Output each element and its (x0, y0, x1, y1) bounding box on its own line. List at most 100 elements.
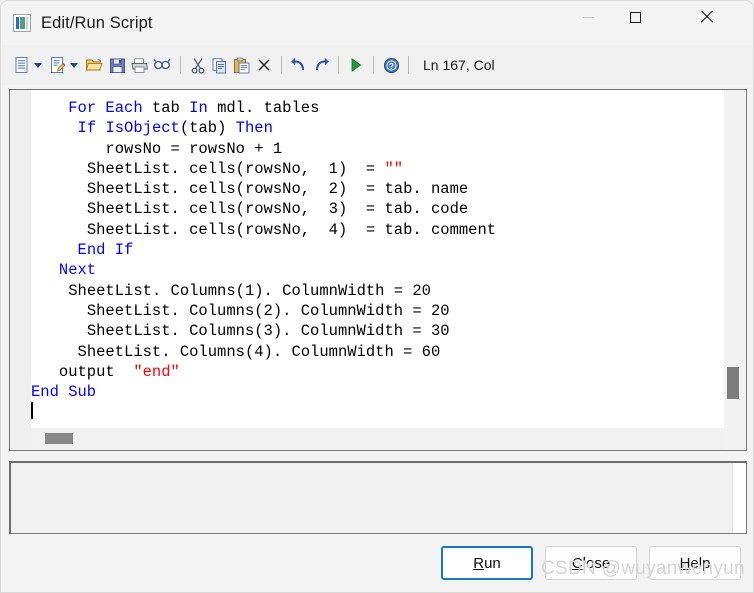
output-vertical-scrollbar[interactable] (732, 463, 746, 533)
code-keyword: End If (77, 241, 134, 260)
toolbar-separator-3 (338, 56, 339, 74)
close-icon (699, 10, 713, 24)
new-script-dropdown-arrow[interactable] (34, 62, 42, 68)
edit-script-dropdown-arrow[interactable] (70, 62, 78, 68)
toolbar-separator-4 (373, 56, 374, 74)
run-icon (351, 58, 362, 72)
find-icon (153, 58, 171, 70)
code-text: tab (142, 99, 190, 117)
save-icon (109, 58, 125, 73)
code-text: SheetList. cells(rowsNo, 2) = tab. name (86, 180, 469, 199)
delete-button[interactable] (253, 51, 275, 79)
script-editor[interactable]: For Each tab In mdl. tables If IsObject(… (9, 89, 747, 451)
maximize-button[interactable] (612, 1, 659, 33)
svg-text:?: ? (388, 61, 393, 71)
code-line: SheetList. cells(rowsNo, 4) = tab. comme… (31, 220, 722, 240)
run-button[interactable]: Run (441, 546, 533, 580)
find-button[interactable] (151, 51, 174, 79)
run-toolbar-button[interactable] (345, 51, 367, 79)
code-keyword: End Sub (31, 383, 97, 402)
toolbar-separator-5 (408, 56, 409, 74)
close-button-mnemonic: C (571, 554, 583, 572)
editor-horizontal-scrollbar[interactable] (31, 428, 724, 450)
new-script-button[interactable] (11, 51, 33, 79)
code-line (31, 402, 722, 422)
code-line: SheetList. cells(rowsNo, 3) = tab. code (31, 199, 722, 219)
output-panel[interactable] (9, 461, 747, 534)
text-cursor (31, 402, 33, 420)
code-line: rowsNo = rowsNo + 1 (31, 139, 722, 159)
code-line: SheetList. Columns(2). ColumnWidth = 20 (31, 301, 722, 321)
copy-button[interactable] (209, 51, 231, 79)
undo-button[interactable] (288, 51, 310, 79)
help-button[interactable]: Help (649, 546, 741, 580)
code-keyword: For Each (68, 99, 143, 117)
editor-horizontal-scroll-thumb[interactable] (45, 433, 73, 444)
window-title: Edit/Run Script (41, 13, 153, 32)
code-keyword: Next (58, 261, 97, 280)
code-text: mdl. tables (207, 99, 320, 117)
editor-code-area[interactable]: For Each tab In mdl. tables If IsObject(… (31, 90, 722, 450)
cursor-position-status: Ln 167, Col (423, 57, 495, 73)
cut-button[interactable] (187, 51, 209, 79)
code-keyword: In (189, 99, 208, 117)
toolbar-separator-1 (180, 56, 181, 74)
code-line: For Each tab In mdl. tables (31, 98, 722, 118)
code-line: SheetList. cells(rowsNo, 2) = tab. name (31, 179, 722, 199)
code-text: SheetList. Columns(3). ColumnWidth = 30 (86, 322, 450, 341)
delete-icon (258, 59, 270, 71)
code-keyword: Then (235, 119, 273, 138)
code-text: SheetList. Columns(4). ColumnWidth = 60 (77, 342, 441, 361)
code-keyword: IsObject (105, 119, 180, 138)
minimize-icon (583, 16, 594, 18)
help-toolbar-button[interactable]: ? (380, 51, 402, 79)
maximize-icon (630, 11, 641, 23)
code-line: SheetList. Columns(4). ColumnWidth = 60 (31, 342, 722, 362)
code-text: SheetList. cells(rowsNo, 1) = (86, 159, 385, 178)
help-button-label: elp (690, 554, 711, 572)
open-button[interactable] (83, 51, 106, 79)
code-text: SheetList. cells(rowsNo, 4) = tab. comme… (86, 220, 497, 239)
redo-icon (315, 57, 329, 71)
script-window-icon (13, 14, 31, 32)
minimize-button[interactable] (565, 1, 612, 33)
close-button-dialog[interactable]: Close (545, 546, 637, 580)
code-keyword: If (77, 119, 97, 138)
code-string: ″end″ (133, 362, 180, 381)
run-button-label: un (484, 554, 501, 572)
save-button[interactable] (106, 51, 128, 79)
code-line: If IsObject(tab) Then (31, 118, 722, 138)
help-button-mnemonic: H (679, 554, 691, 572)
code-line: SheetList. Columns(3). ColumnWidth = 30 (31, 321, 722, 341)
editor-vertical-scroll-thumb[interactable] (727, 367, 739, 399)
redo-button[interactable] (310, 51, 332, 79)
paste-icon (234, 57, 250, 73)
code-text: (tab) (179, 119, 236, 138)
new-script-icon (15, 57, 28, 73)
editor-vertical-scrollbar[interactable] (724, 90, 746, 450)
toolbar: ? Ln 167, Col (1, 45, 753, 85)
open-folder-icon (85, 59, 103, 71)
edit-run-script-window: Edit/Run Script ? Ln 167, Col For Each t… (0, 0, 754, 593)
close-button[interactable] (682, 1, 729, 33)
edit-script-button[interactable] (47, 51, 69, 79)
paste-button[interactable] (231, 51, 253, 79)
print-button[interactable] (128, 51, 151, 79)
dialog-button-row: Run Close Help (1, 546, 753, 592)
toolbar-separator-2 (281, 56, 282, 74)
code-text: output (58, 362, 134, 381)
code-line: SheetList. Columns(1). ColumnWidth = 20 (31, 281, 722, 301)
editor-gutter (10, 90, 31, 450)
